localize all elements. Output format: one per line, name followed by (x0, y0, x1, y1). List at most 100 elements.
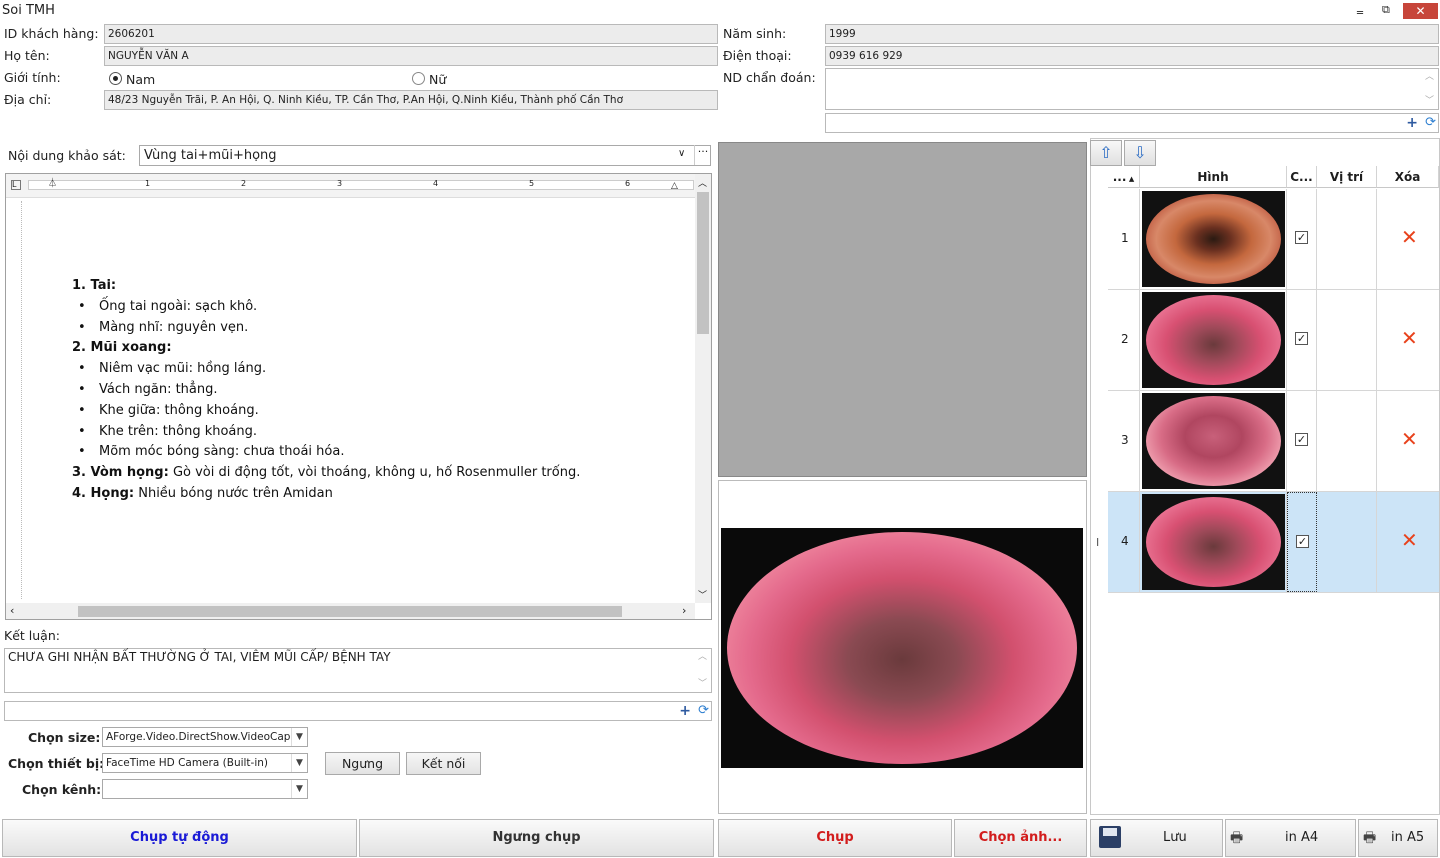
choose-image-button[interactable]: Chọn ảnh... (954, 819, 1087, 857)
id-field[interactable]: 2606201 (104, 24, 718, 44)
indent-marker-icon[interactable]: ⏃ (48, 176, 57, 189)
right-indent-icon[interactable]: △ (671, 181, 678, 191)
move-down-button[interactable]: ⇩ (1124, 140, 1156, 166)
row-check-cell[interactable]: ✓ (1287, 290, 1317, 390)
move-up-button[interactable]: ⇧ (1090, 140, 1122, 166)
table-row-selected[interactable]: 4 ✓ ✕ (1108, 492, 1439, 593)
refresh-icon[interactable]: ⟳ (698, 703, 709, 718)
scroll-down-icon[interactable]: ﹀ (698, 676, 707, 689)
editor-content[interactable]: 1. Tai: • Ống tai ngoài: sạch khô. • Màng … (72, 276, 692, 505)
row-checkbox[interactable]: ✓ (1295, 433, 1308, 446)
image-viewer[interactable] (718, 480, 1087, 814)
row-image-cell[interactable] (1140, 492, 1287, 592)
scroll-up-icon[interactable]: ︿ (698, 176, 707, 189)
editor-vscroll[interactable]: ︿ ﹀ (695, 174, 711, 603)
scroll-right-icon[interactable]: › (682, 604, 686, 617)
mui-item-4: • Khe trên: thông khoáng. (78, 423, 258, 439)
grid-header-position[interactable]: Vị trí (1317, 166, 1377, 188)
thumbnail-image[interactable] (1142, 393, 1285, 489)
print-a5-button[interactable]: 🖶 in A5 (1358, 819, 1438, 857)
chevron-down-icon[interactable]: ▼ (291, 728, 307, 746)
delete-icon[interactable]: ✕ (1401, 225, 1418, 249)
row-check-cell[interactable]: ✓ (1287, 189, 1317, 289)
row-position-cell[interactable] (1317, 492, 1377, 592)
row-check-cell[interactable]: ✓ (1287, 492, 1317, 592)
print-a4-button[interactable]: 🖶 in A4 (1225, 819, 1356, 857)
delete-icon[interactable]: ✕ (1401, 326, 1418, 350)
table-row[interactable]: 3 ✓ ✕ (1108, 391, 1439, 492)
thumbnail-image[interactable] (1142, 191, 1285, 287)
chevron-down-icon[interactable]: ▼ (291, 754, 307, 772)
capture-button[interactable]: Chụp (718, 819, 952, 857)
stop-button[interactable]: Ngưng (325, 752, 400, 775)
row-position-cell[interactable] (1317, 189, 1377, 289)
grid-header-order[interactable]: ... ▲ (1108, 166, 1140, 188)
thumbnail-image[interactable] (1142, 292, 1285, 388)
row-delete-cell[interactable]: ✕ (1377, 391, 1439, 491)
rich-text-editor[interactable]: L 1 2 3 4 5 6 ⏃ △ 1. Tai: • Ống tai ngoài… (5, 173, 712, 620)
row-image-cell[interactable] (1140, 290, 1287, 390)
row-position-cell[interactable] (1317, 391, 1377, 491)
scroll-down-icon[interactable]: ﹀ (698, 588, 707, 601)
diagnosis-picker[interactable]: + ⟳ (825, 113, 1439, 133)
refresh-icon[interactable]: ⟳ (1425, 115, 1436, 130)
scroll-up-icon[interactable]: ︿ (1425, 69, 1434, 82)
close-button[interactable]: ✕ (1403, 3, 1438, 19)
delete-icon[interactable]: ✕ (1401, 528, 1418, 552)
table-row[interactable]: 2 ✓ ✕ (1108, 290, 1439, 391)
add-icon[interactable]: + (679, 703, 691, 719)
conclusion-picker[interactable]: + ⟳ (4, 701, 712, 721)
row-check-cell[interactable]: ✓ (1287, 391, 1317, 491)
grid-header-check[interactable]: C... (1287, 166, 1317, 188)
row-image-cell[interactable] (1140, 391, 1287, 491)
name-field[interactable]: NGUYỄN VĂN A (104, 46, 718, 66)
tai-item-2-text: Màng nhĩ: nguyên vẹn. (99, 319, 249, 335)
table-row[interactable]: 1 ✓ ✕ (1108, 189, 1439, 290)
more-icon[interactable]: ··· (694, 145, 711, 165)
diagnosis-textarea[interactable]: ︿ ﹀ (825, 68, 1439, 110)
stop-capture-button[interactable]: Ngưng chụp (359, 819, 714, 857)
add-icon[interactable]: + (1406, 115, 1418, 131)
thumbnail-image[interactable] (1142, 494, 1285, 590)
thumbnail-view (1146, 295, 1281, 385)
survey-select[interactable]: Vùng tai+mũi+họng ∨ ··· (139, 145, 711, 166)
restore-icon[interactable]: ⧉ (1382, 3, 1390, 17)
auto-capture-button[interactable]: Chụp tự động (2, 819, 357, 857)
row-delete-cell[interactable]: ✕ (1377, 290, 1439, 390)
row-image-cell[interactable] (1140, 189, 1287, 289)
chevron-down-icon[interactable]: ∨ (678, 148, 685, 159)
hscroll-thumb[interactable] (78, 606, 622, 617)
row-checkbox[interactable]: ✓ (1295, 332, 1308, 345)
row-delete-cell[interactable]: ✕ (1377, 492, 1439, 592)
grid-header-delete[interactable]: Xóa (1377, 166, 1439, 188)
birth-field[interactable]: 1999 (825, 24, 1439, 44)
delete-icon[interactable]: ✕ (1401, 427, 1418, 451)
channel-select[interactable]: ▼ (102, 779, 308, 799)
conclusion-text: CHƯA GHI NHẬN BẤT THƯỜNG Ở TAI, VIÊM MŨI… (8, 650, 391, 664)
radio-female[interactable] (412, 72, 425, 85)
save-label: Lưu (1163, 830, 1187, 845)
tab-selector-icon[interactable]: L (11, 180, 21, 190)
scroll-up-icon[interactable]: ︿ (698, 649, 707, 662)
minimize-icon[interactable]: ‗ (1357, 0, 1363, 14)
row-position-cell[interactable] (1317, 290, 1377, 390)
row-checkbox[interactable]: ✓ (1296, 535, 1309, 548)
row-checkbox[interactable]: ✓ (1295, 231, 1308, 244)
row-delete-cell[interactable]: ✕ (1377, 189, 1439, 289)
row-index: 3 (1121, 433, 1129, 447)
save-button[interactable]: Lưu (1090, 819, 1223, 857)
connect-button[interactable]: Kết nối (406, 752, 481, 775)
conclusion-textarea[interactable]: CHƯA GHI NHẬN BẤT THƯỜNG Ở TAI, VIÊM MŨI… (4, 648, 712, 693)
chevron-down-icon[interactable]: ▼ (291, 780, 307, 798)
grid-header-image[interactable]: Hình (1140, 166, 1287, 188)
scroll-left-icon[interactable]: ‹ (10, 604, 14, 617)
radio-male[interactable] (109, 72, 122, 85)
device-select[interactable]: FaceTime HD Camera (Built-in) ▼ (102, 753, 308, 773)
vscroll-thumb[interactable] (697, 192, 709, 334)
phone-field[interactable]: 0939 616 929 (825, 46, 1439, 66)
size-select[interactable]: AForge.Video.DirectShow.VideoCapab ▼ (102, 727, 308, 747)
editor-hscroll[interactable]: ‹ › (6, 603, 695, 619)
section-mui: 2. Mũi xoang: (72, 340, 172, 356)
scroll-down-icon[interactable]: ﹀ (1425, 93, 1434, 106)
address-field[interactable]: 48/23 Nguyễn Trãi, P. An Hội, Q. Ninh Ki… (104, 90, 718, 110)
